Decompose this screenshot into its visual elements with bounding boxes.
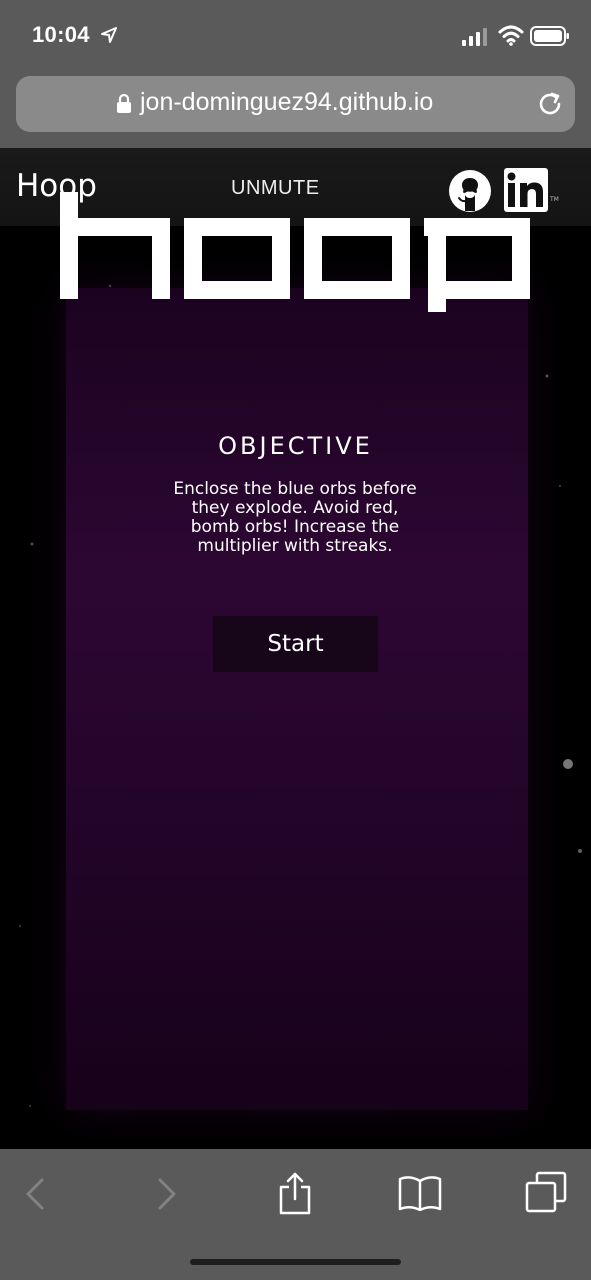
objective-title: OBJECTIVE <box>218 432 373 460</box>
objective-description: Enclose the blue orbs before they explod… <box>173 479 417 556</box>
reload-icon[interactable] <box>536 90 564 118</box>
url-text[interactable]: jon-dominguez94.github.io <box>140 88 433 117</box>
back-icon[interactable] <box>24 1177 46 1211</box>
wifi-icon <box>498 25 524 46</box>
linkedin-trademark: TM <box>550 196 559 203</box>
start-button[interactable]: Start <box>213 616 378 672</box>
status-time: 10:04 <box>32 22 90 47</box>
hoop-logo <box>60 192 530 312</box>
status-bar: 10:04 <box>0 0 591 72</box>
browser-address-area: jon-dominguez94.github.io <box>0 72 591 148</box>
tabs-icon[interactable] <box>525 1171 567 1213</box>
share-icon[interactable] <box>278 1171 312 1215</box>
game-panel <box>66 288 528 1110</box>
forward-icon[interactable] <box>156 1177 178 1211</box>
browser-toolbar <box>0 1149 591 1280</box>
lock-icon <box>117 93 131 113</box>
location-arrow-icon <box>101 27 117 43</box>
address-bar[interactable]: jon-dominguez94.github.io <box>16 76 575 132</box>
bookmarks-icon[interactable] <box>398 1175 442 1211</box>
battery-icon <box>530 26 569 46</box>
home-indicator <box>190 1259 401 1265</box>
cellular-signal-icon <box>462 28 487 46</box>
